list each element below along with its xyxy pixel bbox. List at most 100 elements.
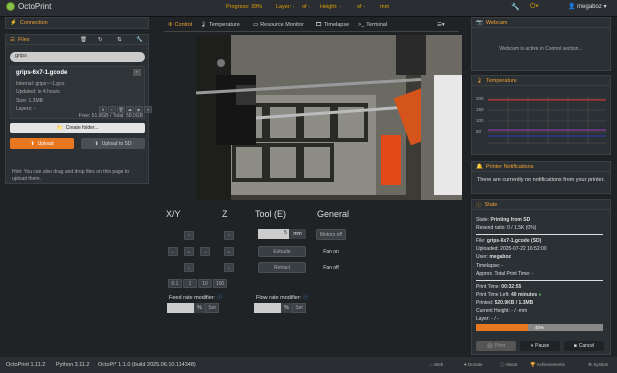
footer-link-system[interactable]: ⚙ System	[588, 362, 608, 368]
feed-rate-set-button[interactable]: Set	[205, 303, 219, 313]
user-menu[interactable]: 👤 megaboz ▾	[568, 3, 607, 10]
notifications-header[interactable]: 🔔 Printer Notifications	[472, 162, 610, 172]
folder-icon[interactable]: ▪	[108, 106, 116, 113]
arrow-down-icon: ↓	[227, 264, 231, 271]
height-unit: mm	[380, 4, 390, 10]
temp-tick: 200	[476, 96, 484, 101]
extrude-button[interactable]: Extrude	[258, 246, 306, 257]
flow-rate-label: Flow rate modifier: ⓘ	[256, 293, 308, 301]
upload-button[interactable]: ⬆ Upload	[10, 138, 74, 149]
jog-y-minus-button[interactable]: ↓	[184, 263, 194, 272]
tab-control[interactable]: ✣ Control	[168, 20, 192, 30]
thermometer-icon: 🌡	[200, 22, 207, 28]
flow-rate-input[interactable]	[254, 303, 281, 313]
user-icon: 👤	[568, 4, 576, 10]
step-size-group: 0.1 1 10 100	[168, 279, 227, 288]
tool-amount-input[interactable]: 5	[258, 229, 289, 239]
trash-icon[interactable]: 🗑	[80, 37, 87, 43]
username: megaboz	[577, 4, 602, 10]
home-z-button[interactable]: ⌂	[224, 247, 234, 256]
state-title: State	[484, 201, 498, 208]
create-folder-label: Create folder...	[65, 125, 99, 131]
info-icon[interactable]: ⓘ	[303, 295, 309, 301]
footer-link-achievements[interactable]: 🏆 Achievements	[530, 362, 565, 368]
layer-line: Layer: - / -	[476, 316, 499, 322]
feed-rate-input[interactable]	[167, 303, 194, 313]
footer-link-about[interactable]: ⓘ About	[500, 362, 517, 368]
footer-link-donate[interactable]: ♥ Donate	[464, 362, 482, 367]
time-left-label: Print Time Left:	[476, 292, 510, 298]
footer-link-web[interactable]: ⌂ Web	[430, 362, 443, 367]
print-icon[interactable]: ▶	[135, 106, 143, 113]
connection-header[interactable]: ⚡ Connection	[6, 18, 148, 28]
info-icon[interactable]: ℹ	[144, 106, 152, 113]
trash-icon[interactable]: 🗑	[117, 106, 125, 113]
flow-rate-set-button[interactable]: Set	[292, 303, 306, 313]
upload-hint: Hint: You can also drag and drop files o…	[12, 169, 130, 182]
state-value: Printing from SD	[490, 217, 531, 223]
footer-link-label: Web	[433, 362, 444, 367]
tab-terminal[interactable]: >_ Terminal	[358, 20, 387, 30]
cancel-button[interactable]: ■ Cancel	[564, 341, 604, 351]
jog-z-plus-button[interactable]: ↑	[224, 231, 234, 240]
home-icon: ⌂	[187, 248, 191, 255]
print-button[interactable]: 🖨 Print	[476, 341, 516, 351]
file-item[interactable]: grips-6x7-1.gcode ▪ Internal: grips~~1.g…	[10, 66, 152, 119]
step-button[interactable]: 10	[198, 279, 212, 288]
sort-icon[interactable]: ⇅	[117, 37, 122, 43]
print-time-line: Print Time: 00:32:55	[476, 284, 521, 290]
upload-sd-button[interactable]: ⬆ Upload to SD	[81, 138, 145, 149]
tab-timelapse[interactable]: 🎞 Timelapse	[315, 20, 349, 30]
wrench-icon[interactable]: 🔧	[511, 3, 520, 11]
file-layers: Layers: -	[16, 106, 36, 112]
step-button[interactable]: 0.1	[168, 279, 182, 288]
download-icon[interactable]: ⬇	[99, 106, 107, 113]
jog-z-minus-button[interactable]: ↓	[224, 263, 234, 272]
jog-x-minus-button[interactable]: ←	[168, 247, 178, 256]
tool-unit: mm	[289, 229, 306, 239]
retract-button[interactable]: Retract	[258, 262, 306, 273]
brand[interactable]: OctoPrint	[6, 2, 51, 11]
load-icon[interactable]: ⏏	[126, 106, 134, 113]
fan-on-button[interactable]: Fan on	[316, 246, 346, 257]
temperature-header[interactable]: 🌡 Temperature	[472, 76, 610, 86]
printed-line: Printed: 520.9KB / 1.3MB	[476, 300, 533, 306]
step-button[interactable]: 1	[183, 279, 197, 288]
create-folder-button[interactable]: 📁 Create folder...	[10, 123, 145, 133]
divider	[476, 234, 603, 235]
feed-rate-group: % Set	[167, 303, 219, 313]
tab-resource-monitor[interactable]: ▭ Resource Monitor	[253, 20, 304, 30]
motors-off-button[interactable]: Motors off	[316, 229, 346, 240]
webcam-header[interactable]: 📷 Webcam	[472, 18, 610, 28]
height-status: Height: -	[320, 4, 341, 10]
upload-sd-label: Upload to SD	[101, 140, 132, 147]
tab-overflow-menu[interactable]: ☰▾	[437, 20, 445, 30]
info-icon[interactable]: ⓘ	[217, 295, 223, 301]
monitor-icon: ▭	[253, 22, 259, 28]
power-icon[interactable]: ⏻▾	[530, 3, 538, 11]
home-xy-button[interactable]: ⌂	[184, 247, 194, 256]
jog-x-plus-button[interactable]: →	[200, 247, 210, 256]
step-button[interactable]: 100	[213, 279, 227, 288]
pause-button[interactable]: ⏸ Pause	[520, 341, 560, 351]
refresh-icon[interactable]: ↻	[98, 37, 103, 43]
flow-rate-text: Flow rate modifier:	[256, 295, 302, 301]
state-header[interactable]: ⓘ State	[472, 200, 610, 210]
temperature-graph	[488, 96, 606, 144]
fan-off-button[interactable]: Fan off	[316, 262, 346, 273]
wrench-icon[interactable]: 🔧	[136, 37, 143, 43]
upload-label: Upload	[37, 140, 54, 147]
footer-link-label: About	[505, 362, 518, 367]
connection-panel: ⚡ Connection	[5, 17, 149, 29]
files-title: Files	[17, 36, 30, 43]
gear-icon: ⚙	[588, 362, 593, 367]
status-dot-icon: ●	[538, 292, 542, 298]
tab-label: Terminal	[366, 22, 388, 28]
heart-icon: ♥	[464, 362, 467, 367]
tab-temperature[interactable]: 🌡 Temperature	[200, 20, 240, 30]
webcam-message: Webcam is active in Control section...	[499, 46, 583, 52]
feed-rate-unit: %	[194, 303, 205, 313]
jog-y-plus-button[interactable]: ↑	[184, 231, 194, 240]
arrow-up-icon: ↑	[227, 232, 231, 239]
search-input[interactable]: grips	[10, 52, 145, 62]
